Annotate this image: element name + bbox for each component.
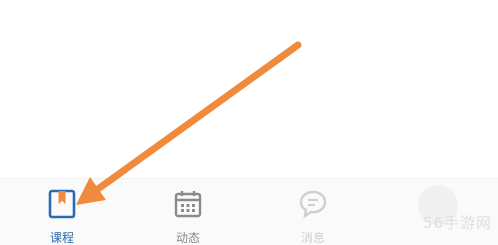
nav-tab-activity[interactable]: 动态 [148,179,228,245]
nav-label-activity: 动态 [175,231,200,245]
nav-label-courses: 课程 [49,231,74,245]
nav-tab-messages[interactable]: 消息 [273,179,353,245]
nav-label-messages: 消息 [300,231,325,245]
nav-tab-courses[interactable]: 课程 [22,179,102,245]
bookmark-book-icon [48,189,76,219]
chat-bubble-icon [299,190,327,219]
content-area [0,0,498,178]
watermark: 56手游网 [422,214,492,232]
app-screen: 课程 动态 消息 56手游网 [0,0,498,245]
calendar-icon [174,191,202,218]
